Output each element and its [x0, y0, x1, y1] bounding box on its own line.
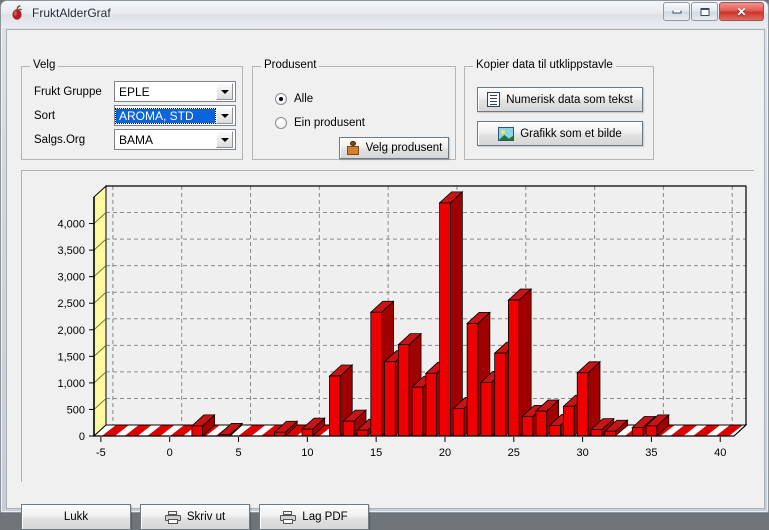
frukt-gruppe-row: Frukt Gruppe EPLE — [34, 81, 236, 102]
salgs-org-row: Salgs.Org BAMA — [34, 129, 236, 150]
sort-row: Sort AROMA, STD — [34, 105, 236, 126]
y-axis-tick-label: 500 — [67, 404, 85, 416]
grafikk-bilde-button[interactable]: Grafikk som et bilde — [477, 121, 643, 146]
x-axis-tick-label: 25 — [508, 447, 520, 459]
frukt-gruppe-combo[interactable]: EPLE — [114, 81, 236, 102]
radio-alle-label: Alle — [294, 93, 314, 105]
numerisk-data-button[interactable]: Numerisk data som tekst — [477, 87, 643, 112]
chevron-down-icon[interactable] — [216, 131, 233, 148]
salgs-org-value: BAMA — [119, 132, 154, 147]
kopier-group-title: Kopier data til utklippstavle — [473, 59, 616, 71]
velg-produsent-button[interactable]: Velg produsent — [339, 137, 449, 159]
document-icon — [487, 92, 501, 107]
y-axis-tick-label: 1,000 — [57, 378, 85, 390]
kopier-group: Kopier data til utklippstavle Numerisk d… — [464, 59, 654, 160]
salgs-org-label: Salgs.Org — [34, 133, 86, 146]
x-axis-tick-label: -5 — [96, 447, 106, 459]
radio-alle[interactable]: Alle — [275, 93, 313, 105]
chart-svg: 0 500 1,000 1,500 2,000 2,500 3,000 3,500 4,000 -… — [22, 171, 755, 483]
y-axis-tick-label: 2,000 — [57, 325, 85, 337]
person-icon — [346, 141, 360, 155]
y-axis-tick-label: 2,500 — [57, 298, 85, 310]
lag-pdf-button[interactable]: Lag PDF — [259, 504, 369, 530]
velg-produsent-button-label: Velg produsent — [365, 142, 443, 154]
picture-icon — [498, 126, 515, 141]
close-button[interactable]: ✕ — [719, 2, 764, 21]
radio-ein-produsent[interactable]: Ein produsent — [275, 117, 365, 129]
y-axis-tick-label: 4,000 — [57, 219, 85, 231]
x-axis-tick-label: 5 — [235, 447, 241, 459]
numerisk-data-button-label: Numerisk data som tekst — [506, 93, 633, 106]
velg-group-title: Velg — [30, 59, 59, 71]
grafikk-bilde-button-label: Grafikk som et bilde — [520, 127, 622, 140]
skriv-ut-button[interactable]: Skriv ut — [140, 504, 250, 530]
radio-ein-produsent-label: Ein produsent — [294, 117, 365, 129]
x-axis-tick-label: 35 — [645, 447, 657, 459]
close-icon: ✕ — [736, 4, 747, 19]
velg-group: Velg Frukt Gruppe EPLE Sort AROMA, STD S… — [21, 59, 243, 160]
chart-bar — [438, 190, 464, 437]
minimize-icon — [672, 10, 681, 13]
x-axis-tick-label: 40 — [714, 447, 726, 459]
sort-value: AROMA, STD — [115, 107, 216, 124]
lukk-button[interactable]: Lukk — [21, 504, 131, 530]
printer-icon — [164, 510, 181, 524]
window-controls: ✕ — [663, 2, 764, 21]
produsent-group-title: Produsent — [261, 59, 320, 71]
x-axis-tick-label: 10 — [301, 447, 313, 459]
printer-icon — [280, 510, 297, 524]
minimize-button[interactable] — [663, 2, 690, 21]
frukt-gruppe-label: Frukt Gruppe — [34, 85, 102, 98]
sort-label: Sort — [34, 109, 56, 122]
maximize-icon — [700, 7, 709, 16]
x-axis-tick-label: 30 — [576, 447, 588, 459]
title-bar[interactable]: FruktAlderGraf ✕ — [1, 1, 768, 28]
chart-panel: Aldersfordeling EPLE, AROMA, STD for BAM… — [21, 170, 755, 483]
maximize-button[interactable] — [691, 2, 718, 21]
client-area: Velg Frukt Gruppe EPLE Sort AROMA, STD S… — [6, 29, 765, 530]
radio-alle-indicator[interactable] — [275, 93, 287, 105]
x-axis-tick-label: 15 — [370, 447, 382, 459]
produsent-group: Produsent Alle Ein produsent Velg produs… — [252, 59, 456, 160]
radio-ein-produsent-indicator[interactable] — [275, 117, 287, 129]
y-axis-tick-label: 0 — [79, 431, 85, 443]
sort-combo[interactable]: AROMA, STD — [114, 105, 236, 126]
chart-plot: 0 500 1,000 1,500 2,000 2,500 3,000 3,500 4,000 -… — [22, 171, 755, 483]
frukt-gruppe-value: EPLE — [119, 84, 150, 99]
y-axis-tick-label: 3,500 — [57, 245, 85, 257]
chevron-down-icon[interactable] — [216, 107, 233, 124]
chevron-down-icon[interactable] — [216, 83, 233, 100]
window-title: FruktAlderGraf — [32, 6, 111, 20]
x-axis-tick-label: 0 — [167, 447, 173, 459]
y-axis-tick-label: 3,000 — [57, 272, 85, 284]
app-icon — [10, 5, 26, 21]
title-bar-left: FruktAlderGraf — [10, 5, 111, 21]
y-axis-tick-label: 1,500 — [57, 351, 85, 363]
salgs-org-combo[interactable]: BAMA — [114, 129, 236, 150]
application-window: FruktAlderGraf ✕ Velg Frukt Gruppe EPLE … — [0, 0, 769, 530]
x-axis-tick-label: 20 — [439, 447, 451, 459]
